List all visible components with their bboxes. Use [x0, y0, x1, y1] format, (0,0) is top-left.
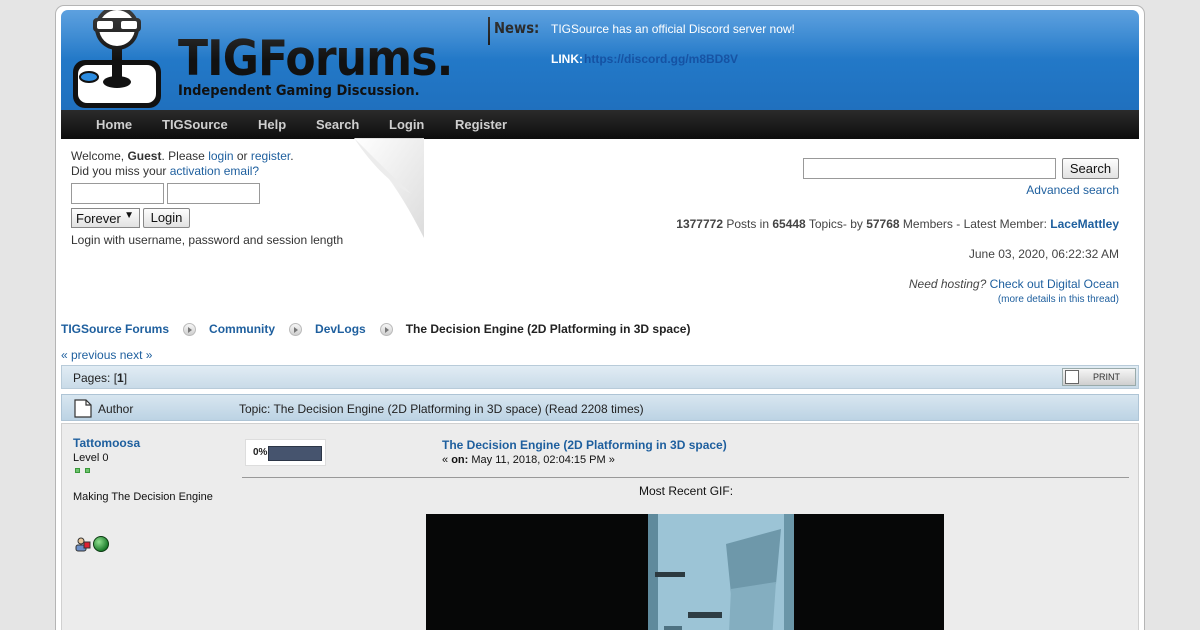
- forum-stats: 1377772 Posts in 65448 Topics- by 57768 …: [676, 217, 1119, 231]
- guest-label: Guest: [127, 149, 162, 163]
- session-length-value: Forever: [76, 211, 121, 226]
- breadcrumb-devlogs[interactable]: DevLogs: [315, 322, 366, 336]
- post-divider: [242, 477, 1129, 478]
- print-icon: [1065, 370, 1079, 384]
- rank-star-icon: [85, 468, 90, 473]
- advanced-search-link[interactable]: Advanced search: [1026, 183, 1119, 197]
- login-button[interactable]: Login: [143, 208, 190, 228]
- welcome-or: or: [233, 149, 251, 163]
- joystick-logo-icon[interactable]: [69, 10, 164, 116]
- posts-count: 1377772: [676, 217, 723, 231]
- welcome-please: . Please: [161, 149, 209, 163]
- print-button[interactable]: PRINT: [1062, 368, 1136, 386]
- password-input[interactable]: [167, 183, 260, 204]
- gif-scene: [426, 514, 944, 630]
- nav-help[interactable]: Help: [258, 117, 286, 132]
- profile-icon[interactable]: [75, 536, 91, 552]
- welcome-text: Welcome, Guest. Please login or register…: [71, 149, 294, 179]
- login-link[interactable]: login: [208, 149, 233, 163]
- session-length-select[interactable]: Forever ▼: [71, 208, 140, 228]
- poster-level: Level 0: [73, 452, 109, 464]
- topics-label: Topics- by: [805, 217, 867, 231]
- digital-ocean-link[interactable]: Check out Digital Ocean: [990, 277, 1119, 291]
- document-icon: [74, 399, 92, 418]
- activation-email-link[interactable]: activation email?: [170, 164, 259, 178]
- progress-bar: [268, 446, 322, 461]
- post-title-link[interactable]: The Decision Engine (2D Platforming in 3…: [442, 438, 727, 452]
- pages-prefix: Pages: [: [73, 371, 118, 385]
- dropdown-arrow-icon: ▼: [124, 210, 134, 221]
- search-input[interactable]: [803, 158, 1056, 179]
- topic-navigation: « previous next »: [61, 348, 152, 362]
- post: Tattomoosa Level 0 Making The Decision E…: [61, 423, 1139, 630]
- welcome-prefix: Welcome,: [71, 149, 128, 163]
- members-count: 57768: [866, 217, 900, 231]
- topic-title-header: Topic: The Decision Engine (2D Platformi…: [239, 402, 644, 416]
- news-label: News:: [494, 19, 540, 37]
- breadcrumb-forums[interactable]: TIGSource Forums: [61, 322, 169, 336]
- hosting-ad: Need hosting? Check out Digital Ocean: [909, 277, 1119, 291]
- print-label: PRINT: [1093, 372, 1120, 382]
- latest-member-link[interactable]: LaceMattley: [1050, 217, 1119, 231]
- missed-prefix: Did you miss your: [71, 164, 170, 178]
- more-details-link[interactable]: (more details in this thread): [998, 294, 1119, 305]
- members-label: Members - Latest Member:: [899, 217, 1051, 231]
- register-link[interactable]: register: [251, 149, 290, 163]
- meta-prefix: «: [442, 454, 452, 466]
- login-note: Login with username, password and sessio…: [71, 233, 344, 247]
- poster-tagline: Making The Decision Engine: [73, 491, 213, 503]
- news-text: TIGSource has an official Discord server…: [551, 22, 795, 36]
- pages-bar: Pages: [1] PRINT: [61, 365, 1139, 389]
- meta-on: on:: [451, 454, 469, 466]
- devlog-progress: 0%: [245, 439, 326, 466]
- nav-tigsource[interactable]: TIGSource: [162, 117, 228, 132]
- nav-home[interactable]: Home: [96, 117, 132, 132]
- page-curl-decoration: [354, 138, 424, 238]
- nav-register[interactable]: Register: [455, 117, 507, 132]
- post-body-text: Most Recent GIF:: [639, 484, 734, 498]
- breadcrumb-arrow-icon: [379, 322, 393, 336]
- news-link-label: LINK:: [551, 52, 583, 66]
- post-gif-image: [426, 514, 944, 630]
- site-title[interactable]: TIGForums.: [178, 30, 453, 87]
- breadcrumb-arrow-icon: [183, 322, 197, 336]
- progress-percent: 0%: [253, 447, 268, 458]
- breadcrumb: TIGSource Forums Community DevLogs The D…: [61, 322, 690, 336]
- poster-name-link[interactable]: Tattomoosa: [73, 436, 140, 450]
- rank-star-icon: [75, 468, 80, 473]
- discord-link[interactable]: https://discord.gg/m8BD8V: [584, 52, 738, 66]
- site-banner: TIGForums. Independent Gaming Discussion…: [61, 10, 1139, 116]
- news-divider: [488, 17, 490, 45]
- pages-suffix: ]: [123, 371, 128, 385]
- main-nav: Home TIGSource Help Search Login Registe…: [61, 110, 1139, 139]
- breadcrumb-arrow-icon: [289, 322, 303, 336]
- welcome-period: .: [290, 149, 294, 163]
- topic-header: Author Topic: The Decision Engine (2D Pl…: [61, 394, 1139, 421]
- nav-search[interactable]: Search: [316, 117, 359, 132]
- post-meta: « on: May 11, 2018, 02:04:15 PM »: [442, 454, 615, 466]
- breadcrumb-community[interactable]: Community: [209, 322, 275, 336]
- author-column-header: Author: [98, 402, 134, 416]
- topics-count: 65448: [772, 217, 806, 231]
- hosting-question: Need hosting?: [908, 277, 987, 291]
- search-button[interactable]: Search: [1062, 158, 1119, 179]
- username-input[interactable]: [71, 183, 164, 204]
- current-page[interactable]: 1: [117, 371, 124, 385]
- previous-topic-link[interactable]: « previous: [61, 348, 116, 362]
- site-subtitle: Independent Gaming Discussion.: [178, 83, 420, 99]
- breadcrumb-current: The Decision Engine (2D Platforming in 3…: [405, 322, 691, 336]
- next-topic-link[interactable]: next »: [120, 348, 153, 362]
- website-globe-icon[interactable]: [93, 536, 109, 552]
- post-date: May 11, 2018, 02:04:15 PM »: [468, 454, 615, 466]
- current-date: June 03, 2020, 06:22:32 AM: [968, 247, 1119, 261]
- pages-label: Pages: [1]: [73, 371, 127, 385]
- nav-login[interactable]: Login: [389, 117, 424, 132]
- posts-label: Posts in: [723, 217, 773, 231]
